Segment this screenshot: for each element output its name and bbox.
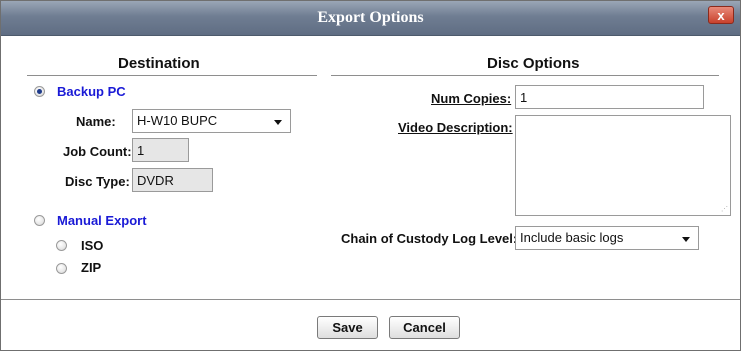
- chevron-down-icon: [682, 237, 690, 242]
- close-icon[interactable]: x: [708, 6, 734, 24]
- title-bar[interactable]: Export Options x: [1, 1, 740, 36]
- iso-radio[interactable]: [56, 240, 67, 251]
- disc-options-divider: [331, 75, 719, 76]
- disc-type-label: Disc Type:: [65, 174, 130, 189]
- chevron-down-icon: [274, 120, 282, 125]
- destination-heading: Destination: [118, 55, 200, 72]
- zip-label[interactable]: ZIP: [81, 260, 101, 275]
- custody-log-value: Include basic logs: [520, 230, 624, 245]
- destination-divider: [27, 75, 317, 76]
- job-count-field: [132, 138, 189, 162]
- footer-divider: [1, 299, 740, 300]
- disc-type-field: [132, 168, 213, 192]
- iso-label[interactable]: ISO: [81, 238, 103, 253]
- backup-pc-radio[interactable]: [34, 86, 45, 97]
- backup-pc-name-value: H-W10 BUPC: [137, 113, 218, 128]
- backup-pc-label[interactable]: Backup PC: [57, 84, 126, 99]
- backup-pc-name-select[interactable]: H-W10 BUPC: [132, 109, 291, 133]
- num-copies-label: Num Copies:: [431, 91, 512, 106]
- custody-log-label: Chain of Custody Log Level:: [341, 231, 518, 246]
- resize-grip-icon[interactable]: ⋰: [721, 206, 728, 213]
- zip-radio[interactable]: [56, 263, 67, 274]
- video-description-label: Video Description:: [398, 120, 513, 135]
- manual-export-label[interactable]: Manual Export: [57, 213, 147, 228]
- save-button[interactable]: Save: [317, 316, 378, 339]
- job-count-label: Job Count:: [63, 144, 132, 159]
- manual-export-radio[interactable]: [34, 215, 45, 226]
- num-copies-field[interactable]: [515, 85, 704, 109]
- video-description-field[interactable]: ⋰: [515, 115, 731, 216]
- custody-log-select[interactable]: Include basic logs: [515, 226, 699, 250]
- dialog-title: Export Options: [317, 9, 424, 26]
- name-label: Name:: [76, 114, 116, 129]
- disc-options-heading: Disc Options: [487, 55, 580, 72]
- cancel-button[interactable]: Cancel: [389, 316, 460, 339]
- export-options-dialog: Export Options x Destination Backup PC N…: [0, 0, 741, 351]
